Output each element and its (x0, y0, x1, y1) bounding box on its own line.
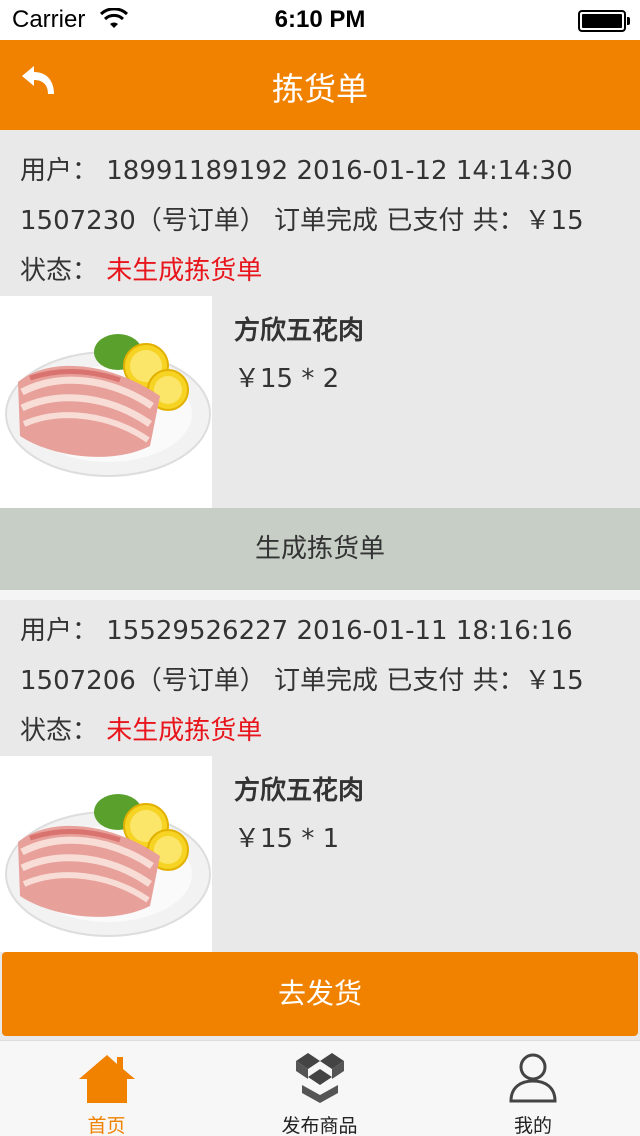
user-icon (509, 1053, 557, 1103)
nav-bar: 拣货单 (0, 40, 640, 130)
generate-picking-list-button[interactable]: 生成拣货单 (0, 508, 640, 590)
tab-home[interactable]: 首页 (0, 1041, 213, 1136)
battery-icon (578, 10, 630, 32)
ship-button[interactable]: 去发货 (2, 952, 638, 1036)
pork-belly-image (0, 296, 212, 508)
pork-belly-image (0, 756, 212, 952)
tab-mine[interactable]: 我的 (426, 1041, 640, 1136)
product-name: 方欣五花肉 (234, 776, 365, 806)
order-state-line: 状态： 未生成拣货单 (20, 710, 262, 747)
clock: 6:10 PM (274, 6, 366, 33)
product-row[interactable]: 方欣五花肉 ￥15 * 1 (0, 756, 640, 952)
product-price: ￥15 * 1 (234, 824, 340, 854)
order-info: 用户： 18991189192 2016-01-12 14:14:30 1507… (0, 140, 640, 296)
state-label: 状态： (20, 256, 99, 286)
state-value: 未生成拣货单 (106, 716, 263, 746)
tab-label: 我的 (513, 1115, 552, 1136)
boxes-icon (295, 1053, 344, 1103)
product-row[interactable]: 方欣五花肉 ￥15 * 2 (0, 296, 640, 508)
order-summary-line: 1507230（号订单） 订单完成 已支付 共：￥15 (20, 206, 584, 236)
divider (0, 590, 640, 600)
product-name: 方欣五花肉 (234, 316, 365, 346)
home-icon (78, 1055, 135, 1103)
order-user-line: 用户： 15529526227 2016-01-11 18:16:16 (20, 616, 573, 646)
status-bar: Carrier 6:10 PM (0, 0, 640, 40)
order-state-line: 状态： 未生成拣货单 (20, 250, 262, 287)
tab-label: 首页 (87, 1115, 126, 1136)
tab-publish-product[interactable]: 发布商品 (213, 1041, 426, 1136)
order-summary-line: 1507206（号订单） 订单完成 已支付 共：￥15 (20, 666, 584, 696)
page-title: 拣货单 (271, 70, 368, 108)
order-info: 用户： 15529526227 2016-01-11 18:16:16 1507… (0, 600, 640, 756)
tab-bar: 首页 发布商品 我的 (0, 1040, 640, 1136)
state-value: 未生成拣货单 (106, 256, 263, 286)
tab-label: 发布商品 (281, 1115, 358, 1136)
product-price: ￥15 * 2 (234, 364, 340, 394)
order-user-line: 用户： 18991189192 2016-01-12 14:14:30 (20, 156, 573, 186)
state-label: 状态： (20, 716, 99, 746)
